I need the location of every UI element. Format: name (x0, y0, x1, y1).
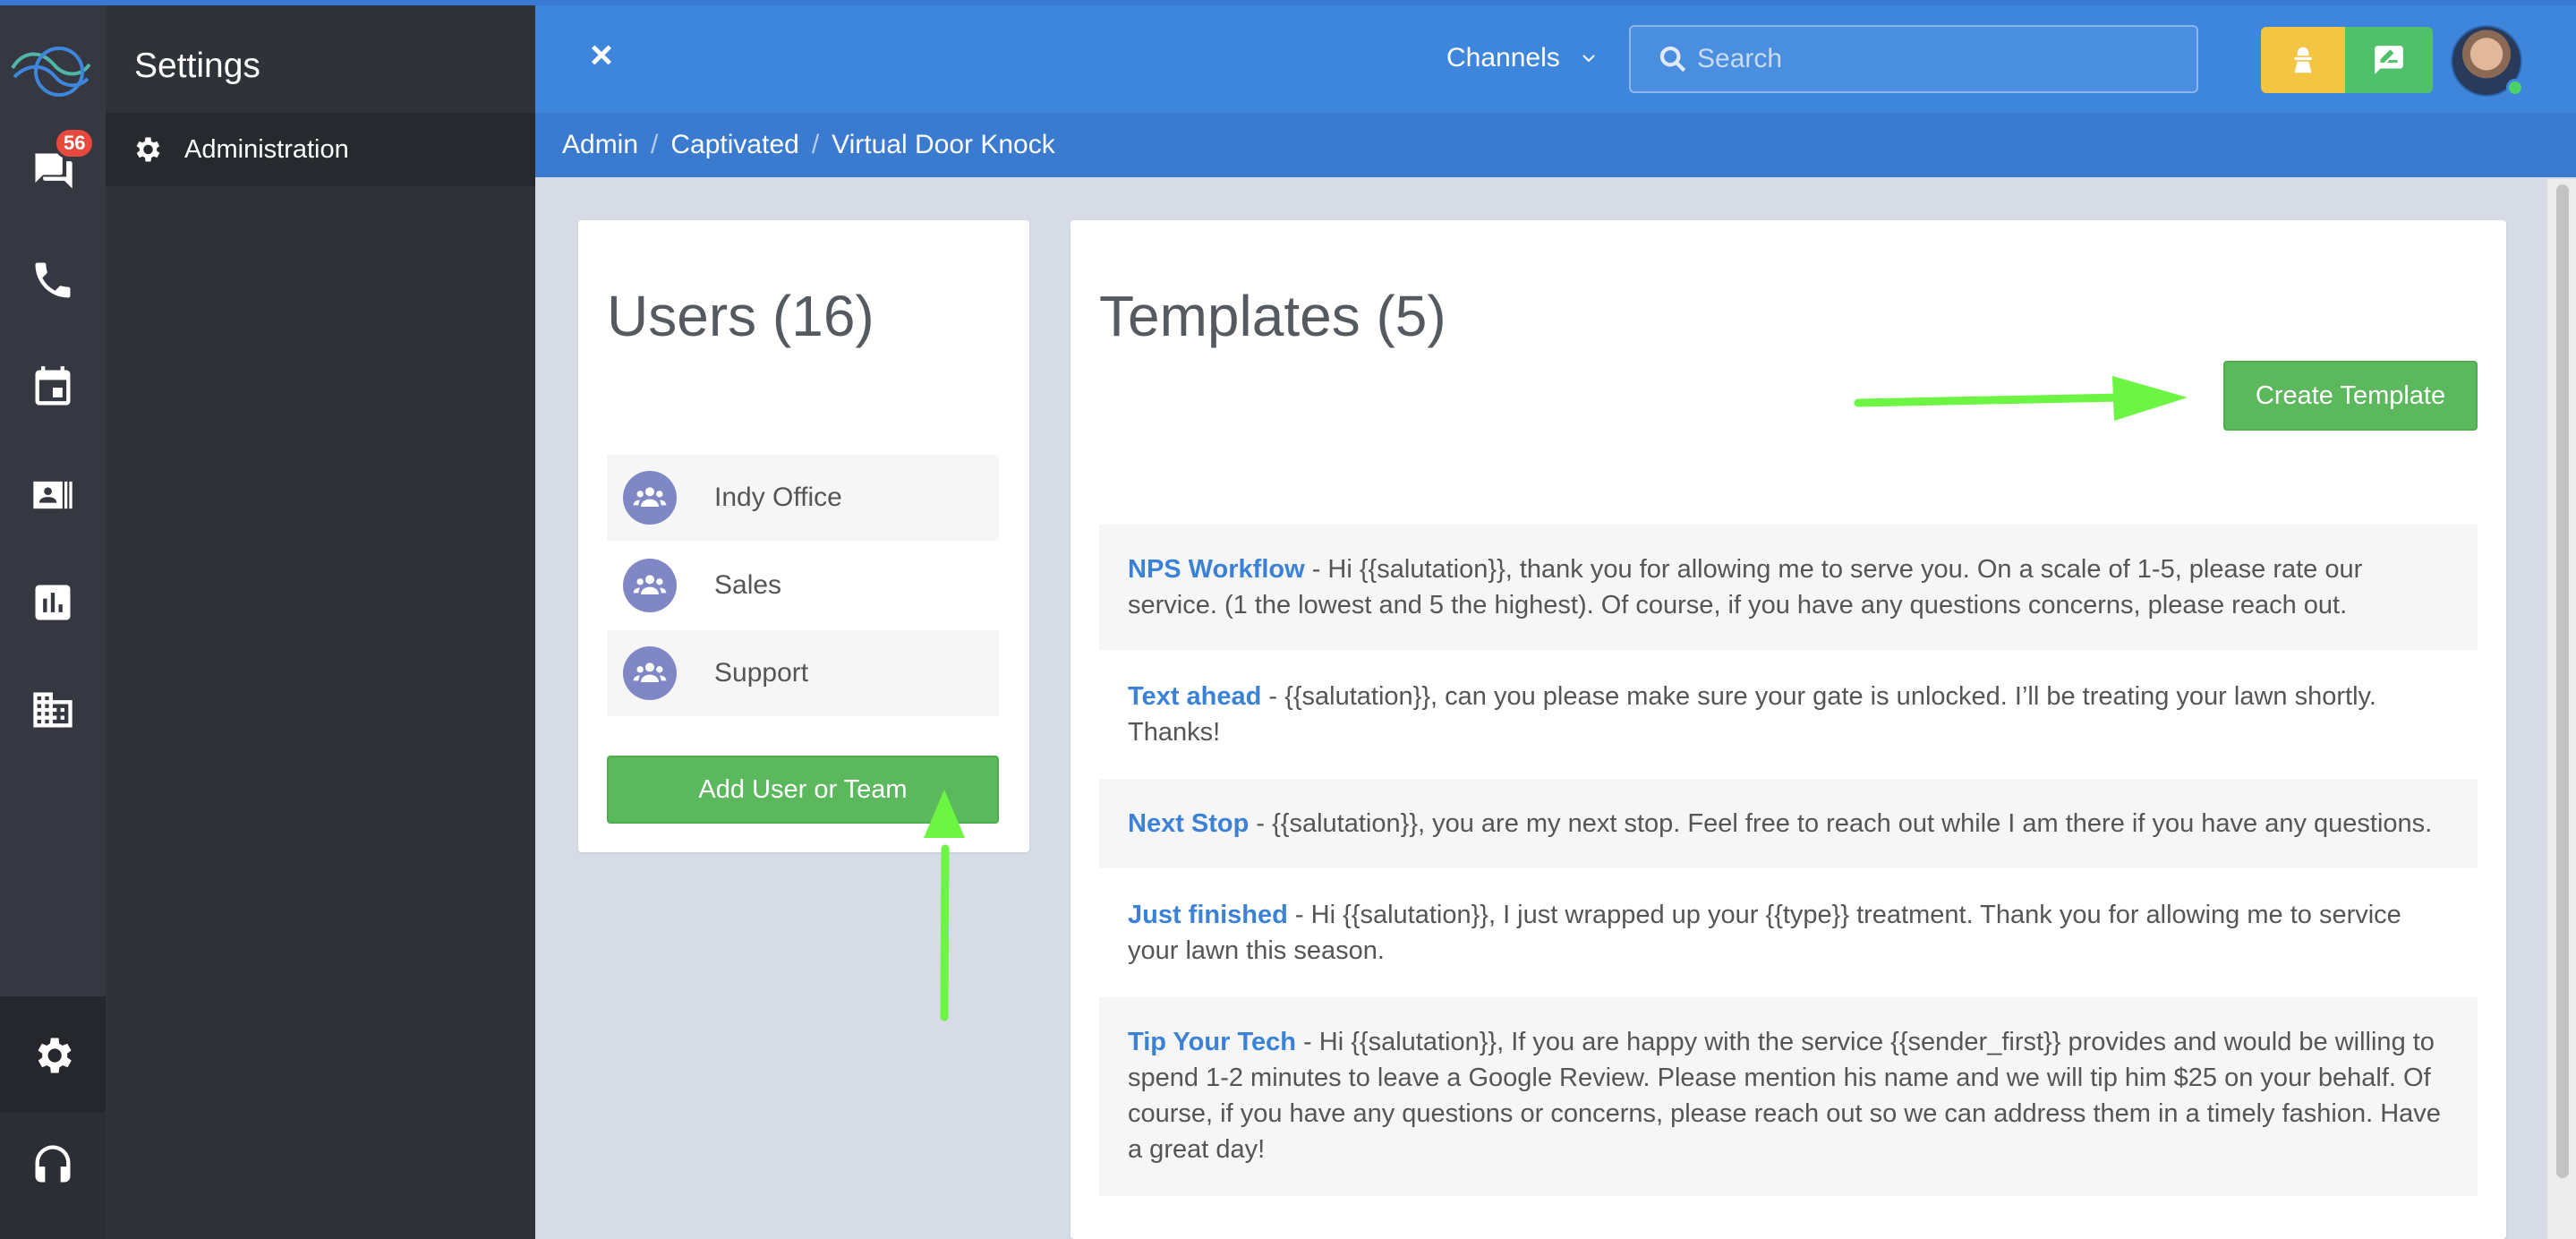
building-icon[interactable] (20, 677, 86, 743)
page-scrollbar-thumb[interactable] (2556, 184, 2569, 1178)
online-status-indicator (2506, 79, 2524, 97)
templates-title: Templates (5) (1099, 284, 1446, 348)
team-item[interactable]: Support (607, 630, 999, 716)
gear-icon[interactable] (20, 1022, 86, 1089)
users-title: Users (16) (607, 284, 874, 348)
template-body: - {{salutation}}, can you please make su… (1128, 682, 2376, 747)
team-item[interactable]: Sales (607, 543, 999, 628)
create-template-button[interactable]: Create Template (2223, 361, 2478, 431)
template-item[interactable]: Just finished - Hi {{salutation}}, I jus… (1099, 870, 2478, 997)
app-logo-icon[interactable] (5, 38, 95, 100)
breadcrumb-item-current: Virtual Door Knock (832, 130, 1055, 159)
compose-message-icon (2375, 46, 2403, 74)
icon-rail: 56 (0, 0, 106, 1239)
headset-icon[interactable] (20, 1132, 86, 1198)
breadcrumb-item-admin[interactable]: Admin (562, 130, 638, 160)
phone-icon[interactable] (20, 247, 86, 313)
gear-icon (136, 137, 160, 162)
breadcrumb-item-captivated[interactable]: Captivated (670, 130, 798, 160)
sidebar-item-administration[interactable]: Administration (106, 113, 535, 186)
template-name-link[interactable]: Text ahead (1128, 682, 1261, 711)
channels-label: Channels (1446, 43, 1560, 73)
top-header: × Channels (535, 5, 2576, 113)
team-item[interactable]: Indy Office (607, 455, 999, 541)
settings-sidebar: Settings Administration (106, 0, 535, 1239)
contacts-icon[interactable] (20, 462, 86, 528)
team-label: Support (714, 658, 809, 688)
template-body: - Hi {{salutation}}, I just wrapped up y… (1128, 901, 2401, 965)
templates-card: Templates (5) Create Template NPS Workfl… (1070, 220, 2506, 1239)
template-body: - Hi {{salutation}}, If you are happy wi… (1128, 1028, 2441, 1164)
channels-dropdown[interactable]: Channels (1446, 43, 1598, 73)
agent-icon (2294, 47, 2312, 73)
template-item[interactable]: Next Stop - {{salutation}}, you are my n… (1099, 779, 2478, 868)
team-label: Indy Office (714, 483, 842, 512)
template-name-link[interactable]: Next Stop (1128, 809, 1249, 838)
breadcrumb: Admin / Captivated / Virtual Door Knock (535, 113, 2576, 177)
calendar-icon[interactable] (20, 355, 86, 421)
new-message-button[interactable] (2345, 27, 2433, 93)
top-accent-strip (0, 0, 2576, 5)
users-card: Users (16) Indy Office Sales Support Add… (578, 220, 1029, 852)
search-icon (1659, 46, 1686, 73)
unread-badge: 56 (54, 127, 96, 159)
agent-status-button[interactable] (2261, 27, 2345, 93)
breadcrumb-separator: / (651, 130, 659, 159)
template-body: - Hi {{salutation}}, thank you for allow… (1128, 555, 2363, 620)
template-item[interactable]: Text ahead - {{salutation}}, can you ple… (1099, 652, 2478, 777)
breadcrumb-separator: / (811, 130, 820, 159)
template-name-link[interactable]: Tip Your Tech (1128, 1028, 1296, 1056)
search-input[interactable] (1697, 44, 2180, 74)
chevron-down-icon (1582, 55, 1595, 63)
annotation-arrow-right (1854, 376, 2188, 421)
template-body: - {{salutation}}, you are my next stop. … (1249, 809, 2433, 838)
search-box[interactable] (1629, 25, 2198, 93)
team-group-icon (623, 646, 677, 700)
team-group-icon (623, 559, 677, 612)
template-name-link[interactable]: Just finished (1128, 901, 1288, 929)
reports-icon[interactable] (20, 569, 86, 636)
annotation-arrow-up (924, 790, 965, 1021)
template-item[interactable]: Tip Your Tech - Hi {{salutation}}, If yo… (1099, 997, 2478, 1196)
template-name-link[interactable]: NPS Workflow (1128, 555, 1305, 584)
team-group-icon (623, 471, 677, 525)
team-label: Sales (714, 570, 782, 600)
sidebar-item-label: Administration (184, 134, 349, 164)
template-item[interactable]: NPS Workflow - Hi {{salutation}}, thank … (1099, 525, 2478, 650)
close-button[interactable]: × (580, 33, 623, 77)
sidebar-title: Settings (134, 47, 260, 85)
